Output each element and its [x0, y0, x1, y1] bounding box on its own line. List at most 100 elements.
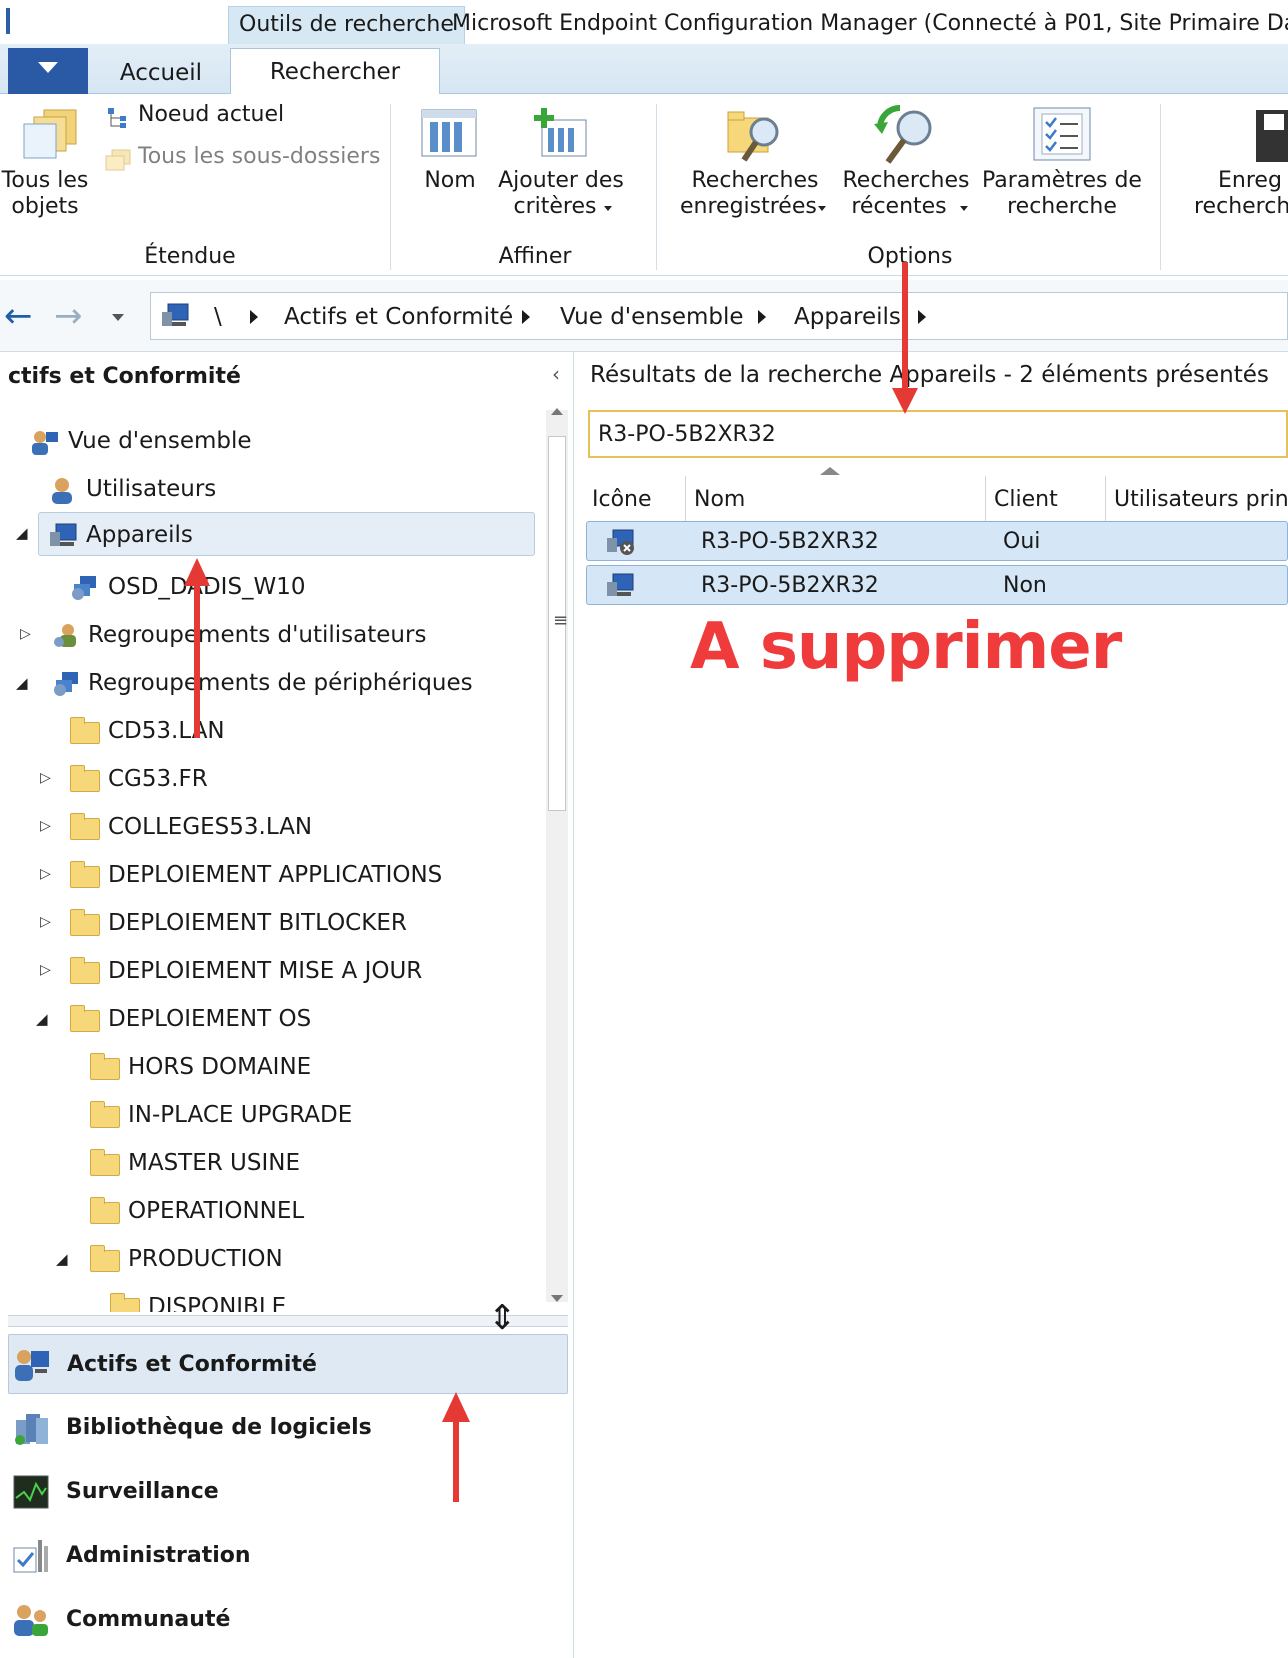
workspace-community[interactable]: Communauté [8, 1590, 568, 1650]
saved-searches-button[interactable]: Recherches enregistrées [680, 104, 830, 224]
tree-node-icon [108, 108, 126, 128]
name-button[interactable]: Nom [410, 104, 490, 224]
sort-ascending-icon [820, 467, 840, 475]
breadcrumb-item-assets[interactable]: Actifs et Conformité [284, 300, 513, 334]
workspace-label: Actifs et Conformité [67, 1352, 317, 1377]
grip-icon: ≡ [553, 610, 569, 631]
add-column-icon [534, 108, 587, 157]
collapse-node-icon[interactable]: ◢ [36, 1010, 48, 1028]
history-dropdown-icon[interactable] [112, 314, 124, 321]
contextual-tab-search-tools[interactable]: Outils de recherche [228, 6, 465, 44]
expand-node-icon[interactable]: ▷ [40, 770, 51, 786]
ribbon-group-separator [656, 104, 657, 270]
community-icon [14, 1605, 48, 1636]
folder-icon [90, 1149, 120, 1176]
arrow-head-up [442, 1392, 470, 1422]
folder-icon [70, 861, 100, 888]
save-search-button[interactable]: Enreg recherch [1176, 104, 1288, 224]
breadcrumb-item-overview[interactable]: Vue d'ensemble [560, 300, 744, 334]
chevron-right-icon [250, 310, 258, 324]
current-node-label: Noeud actuel [138, 102, 285, 127]
folder-icon [70, 957, 100, 984]
resize-cursor-icon: ⇕ [488, 1298, 517, 1338]
folder-icon [70, 1005, 100, 1032]
breadcrumb-item-devices[interactable]: Appareils [794, 300, 901, 334]
name-label: Nom [424, 168, 476, 193]
column-header-name[interactable]: Nom [690, 476, 986, 524]
collapse-node-icon[interactable]: ◢ [16, 524, 28, 542]
tab-home[interactable]: Accueil [96, 52, 226, 94]
table-row[interactable]: R3-PO-5B2XR32 Oui [586, 521, 1288, 561]
user-icon [52, 478, 72, 504]
expand-node-icon[interactable]: ▷ [40, 866, 51, 882]
chevron-down-icon [38, 62, 58, 73]
computer-icon [162, 303, 189, 326]
recent-searches-label-2: récentes [851, 194, 947, 219]
folder-icon [90, 1053, 120, 1080]
forward-arrow-icon[interactable]: → [54, 298, 83, 334]
tree-item-label: Vue d'ensemble [68, 428, 252, 454]
folder-icon [70, 765, 100, 792]
tab-search[interactable]: Rechercher [230, 48, 440, 95]
all-objects-label-2: objets [11, 194, 79, 219]
all-objects-button[interactable]: Tous les objets [2, 104, 88, 224]
device-name: R3-PO-5B2XR32 [701, 529, 879, 554]
scroll-up-icon[interactable] [551, 408, 563, 415]
back-arrow-icon[interactable]: ← [4, 298, 33, 334]
workspace-software-library[interactable]: Bibliothèque de logiciels [8, 1398, 568, 1458]
device-collection-icon [54, 672, 78, 696]
tree-item-label: DEPLOIEMENT APPLICATIONS [108, 862, 443, 888]
breadcrumb-root[interactable]: \ [214, 300, 222, 334]
pane-splitter[interactable] [8, 1315, 568, 1327]
file-menu-button[interactable] [8, 48, 88, 94]
search-input[interactable] [596, 416, 1276, 452]
workspace-administration[interactable]: Administration [8, 1526, 568, 1586]
recent-searches-label-1: Recherches [842, 168, 970, 193]
chevron-down-icon [960, 206, 968, 211]
expand-node-icon[interactable]: ▷ [40, 962, 51, 978]
tree-item-label: Regroupements de périphériques [88, 670, 473, 696]
scroll-down-icon[interactable] [551, 1295, 563, 1302]
column-header-icon[interactable]: Icône [590, 476, 686, 524]
client-status: Non [1003, 573, 1047, 598]
workspace-monitoring[interactable]: Surveillance [8, 1462, 568, 1522]
expand-node-icon[interactable]: ▷ [40, 914, 51, 930]
options-group-label: Options [867, 244, 953, 269]
expand-node-icon[interactable]: ▷ [20, 626, 31, 642]
annotation-arrow [194, 584, 200, 738]
search-settings-label-1: Paramètres de [982, 168, 1142, 193]
recent-searches-button[interactable]: Recherches récentes [836, 104, 976, 224]
expand-node-icon[interactable]: ▷ [40, 818, 51, 834]
search-settings-button[interactable]: Paramètres de recherche [982, 104, 1142, 224]
all-subfolders-label: Tous les sous-dossiers [138, 144, 381, 169]
collapse-node-icon[interactable]: ◢ [16, 674, 28, 692]
workspace-assets[interactable]: Actifs et Conformité [8, 1334, 568, 1394]
assets-workspace-icon [15, 1350, 49, 1381]
collapse-pane-icon[interactable]: ‹ [552, 362, 560, 386]
chevron-down-icon [818, 206, 826, 211]
computer-icon [607, 573, 634, 596]
tree-item-label: COLLEGES53.LAN [108, 814, 313, 840]
search-settings-label-2: recherche [1007, 194, 1117, 219]
client-status: Oui [1003, 529, 1041, 554]
collapse-node-icon[interactable]: ◢ [56, 1250, 68, 1268]
folder-icon [90, 1197, 120, 1224]
collection-icon [72, 576, 96, 600]
tree-item-label: IN-PLACE UPGRADE [128, 1102, 353, 1128]
add-criteria-label-1: Ajouter des [498, 168, 624, 193]
annotation-arrow [453, 1420, 459, 1502]
workspace-label: Administration [66, 1543, 251, 1568]
tree-clip: DISPONIBLE [100, 1290, 540, 1312]
folder-icon [70, 717, 100, 744]
ribbon-group-separator [390, 104, 391, 270]
table-row[interactable]: R3-PO-5B2XR32 Non [586, 565, 1288, 605]
search-box[interactable] [588, 410, 1288, 458]
column-header-client[interactable]: Client [990, 476, 1106, 524]
add-criteria-button[interactable]: Ajouter des critères [496, 104, 626, 224]
save-icon [1256, 110, 1288, 162]
column-header-primary-users[interactable]: Utilisateurs prin [1110, 476, 1288, 524]
tree-item-label: MASTER USINE [128, 1150, 301, 1176]
tree-item-label: CG53.FR [108, 766, 208, 792]
folder-icon [90, 1101, 120, 1128]
arrow-head-up [184, 558, 210, 586]
